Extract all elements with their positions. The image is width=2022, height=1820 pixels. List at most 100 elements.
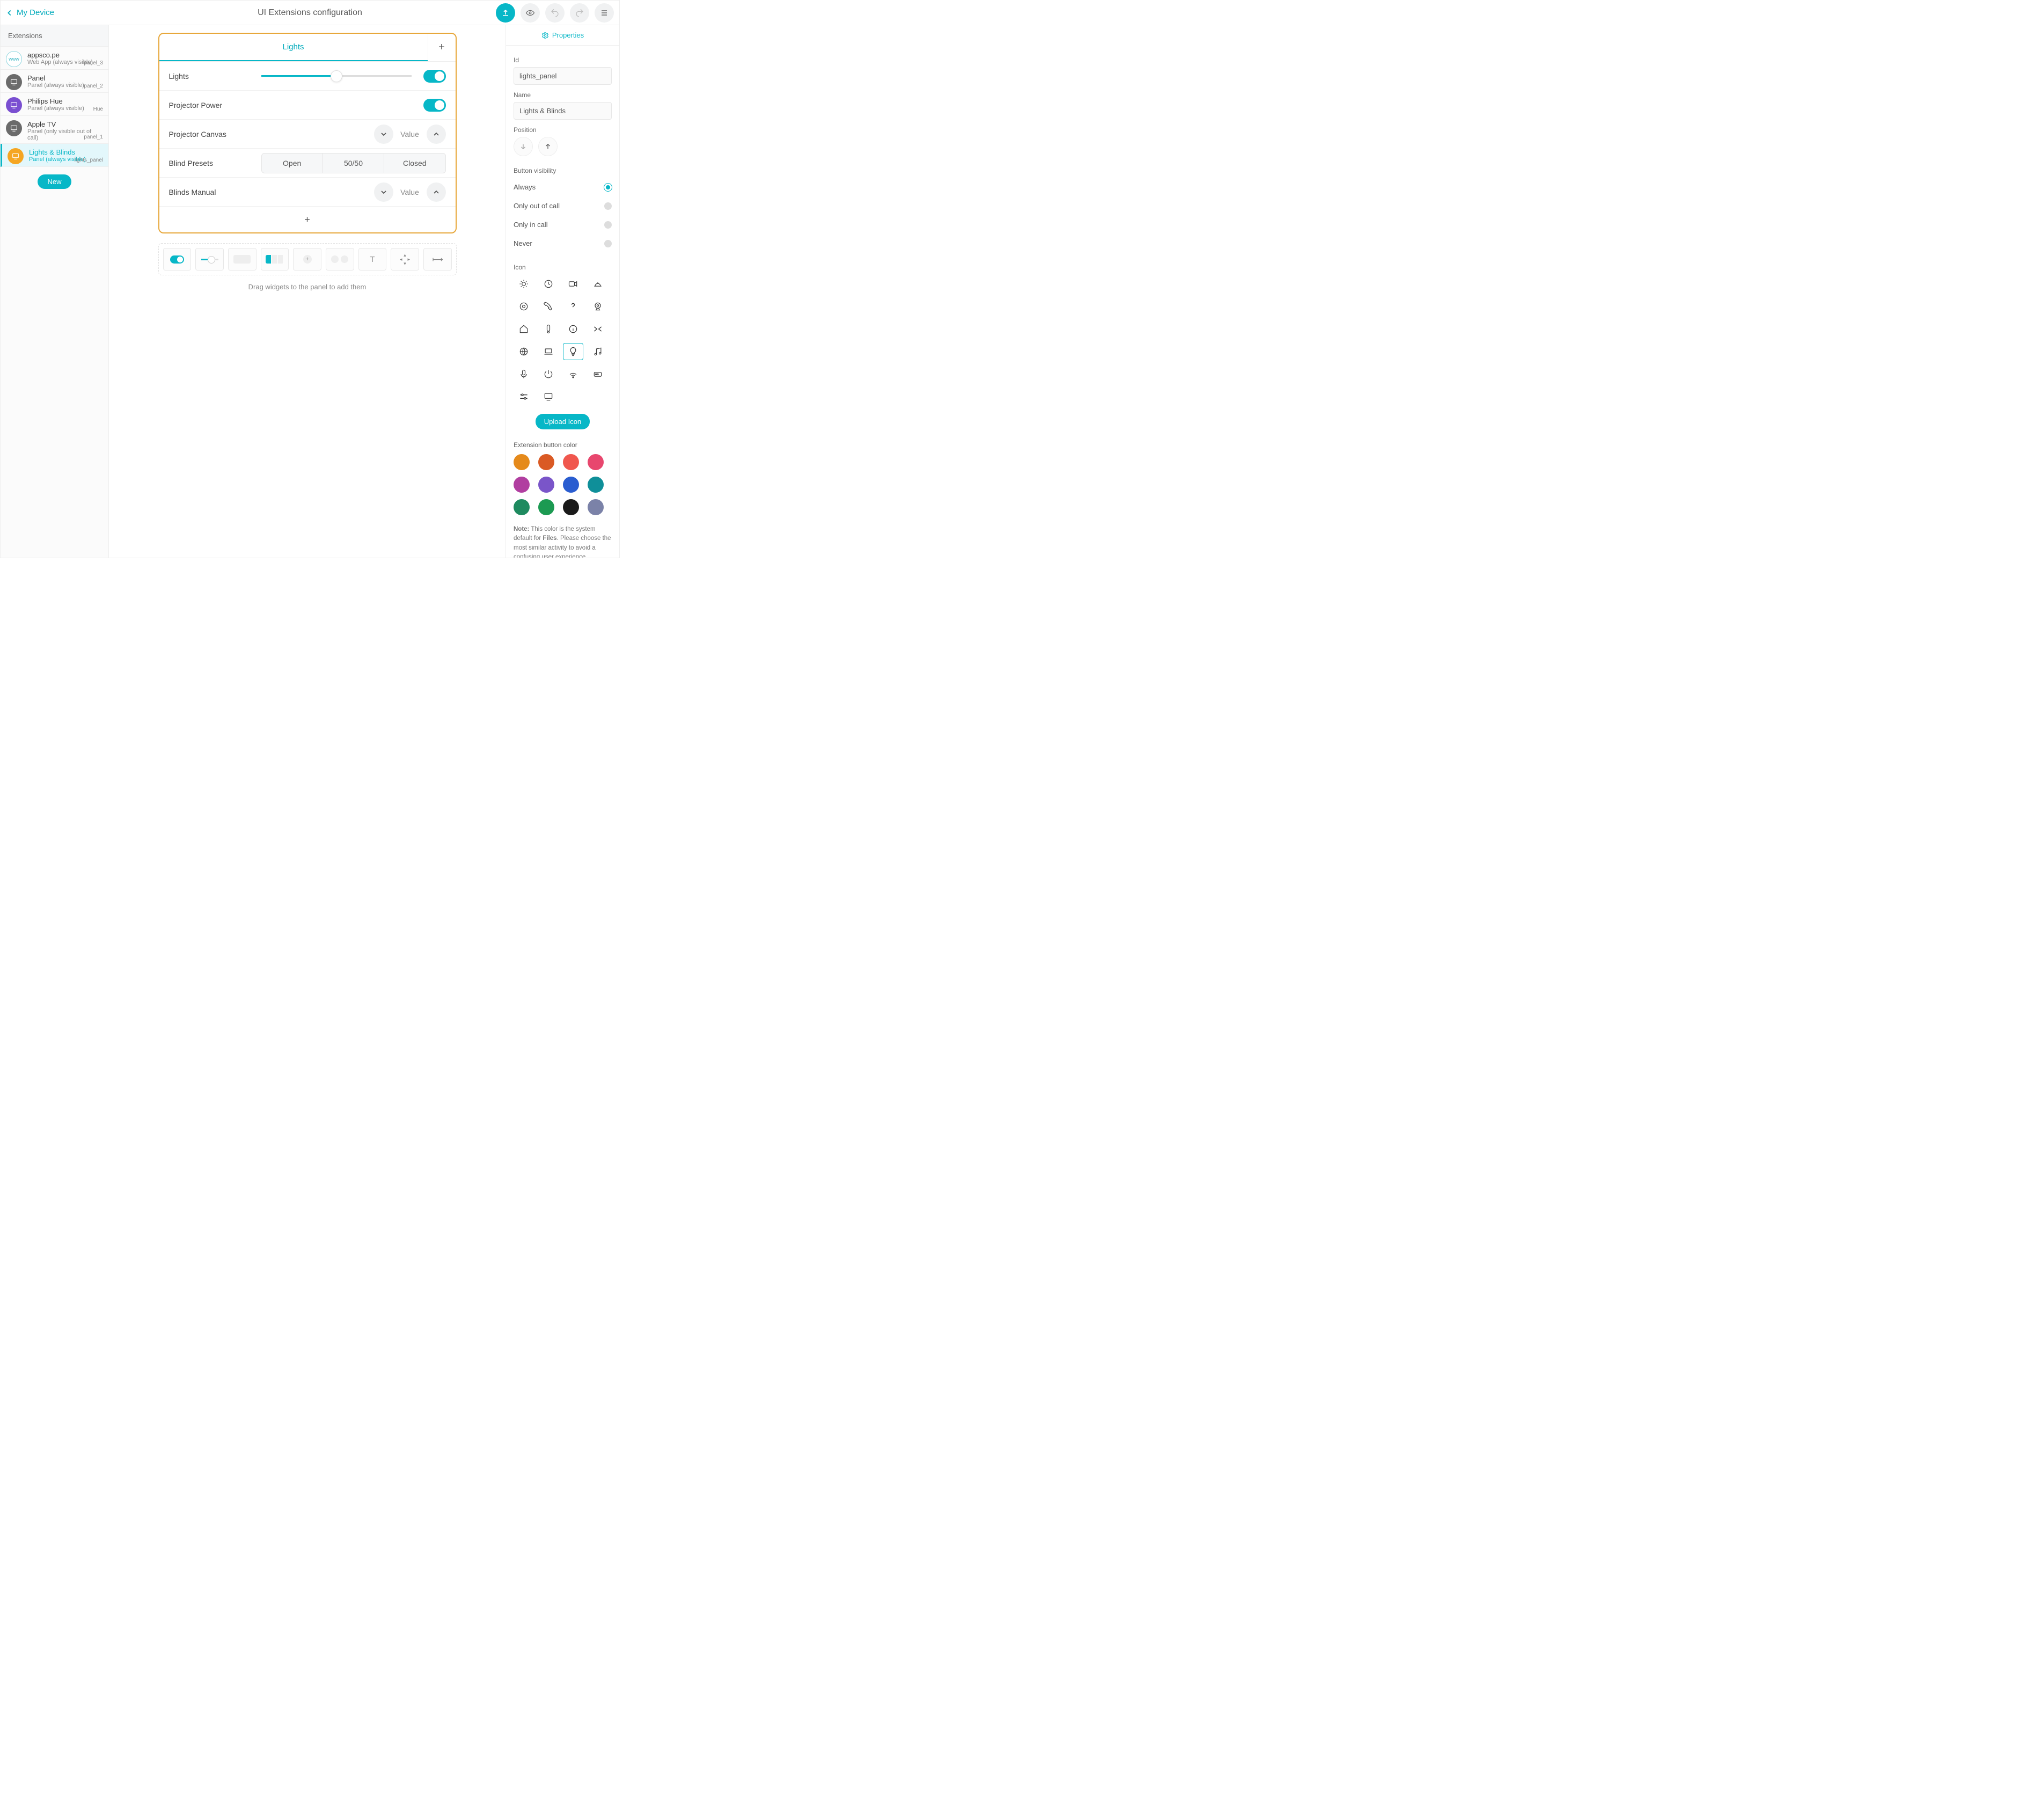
canvas-increment[interactable] — [427, 125, 446, 144]
add-row-button[interactable]: + — [159, 207, 456, 232]
color-swatch-8[interactable] — [514, 499, 530, 515]
arrow-down-icon — [519, 143, 527, 150]
undo-button[interactable] — [545, 3, 565, 23]
menu-button[interactable] — [595, 3, 614, 23]
visibility-option-3[interactable]: Never — [514, 234, 612, 253]
sidebar-item-2[interactable]: Philips Hue Panel (always visible) Hue — [1, 93, 108, 116]
icon-tv[interactable] — [538, 388, 559, 405]
upload-icon-button[interactable]: Upload Icon — [536, 414, 590, 429]
palette-slider[interactable] — [195, 248, 224, 271]
icon-webcam[interactable] — [588, 298, 608, 315]
sidebar-item-0[interactable]: www appsco.pe Web App (always visible) p… — [1, 47, 108, 70]
palette-segmented[interactable] — [261, 248, 289, 271]
color-swatch-4[interactable] — [514, 477, 530, 493]
icon-brightness[interactable] — [514, 275, 534, 293]
lights-slider[interactable] — [261, 67, 412, 86]
color-swatch-9[interactable] — [538, 499, 554, 515]
blind-presets-segmented[interactable]: Open 50/50 Closed — [261, 153, 446, 173]
palette-directional[interactable]: ▴◂▸▾ — [391, 248, 419, 271]
icon-lightbulb[interactable] — [563, 343, 583, 360]
blinds-value: Value — [399, 188, 421, 196]
id-input[interactable] — [514, 67, 612, 85]
color-swatch-11[interactable] — [588, 499, 604, 515]
row-projector-canvas[interactable]: Projector Canvas Value — [159, 120, 456, 149]
visibility-option-0[interactable]: Always — [514, 178, 612, 196]
icon-hvac[interactable] — [538, 320, 559, 338]
icon-proximity[interactable] — [563, 366, 583, 383]
icon-media[interactable] — [588, 343, 608, 360]
row-lights[interactable]: Lights — [159, 62, 456, 91]
sidebar-item-4[interactable]: Lights & Blinds Panel (always visible) l… — [1, 144, 108, 167]
color-swatch-0[interactable] — [514, 454, 530, 470]
color-swatches — [514, 454, 612, 515]
color-swatch-6[interactable] — [563, 477, 579, 493]
extension-name: Lights & Blinds — [29, 148, 86, 156]
sidebar-item-3[interactable]: Apple TV Panel (only visible out of call… — [1, 116, 108, 144]
icon-microphone[interactable] — [514, 366, 534, 383]
move-up-button[interactable] — [538, 137, 558, 156]
palette-spinner[interactable] — [326, 248, 354, 271]
icon-power[interactable] — [538, 366, 559, 383]
icon-disc[interactable] — [514, 298, 534, 315]
color-swatch-1[interactable] — [538, 454, 554, 470]
palette-spacer[interactable]: ⟼ — [423, 248, 452, 271]
palette-toggle[interactable] — [163, 248, 192, 271]
back-button[interactable]: My Device — [6, 8, 54, 17]
icon-handset[interactable] — [538, 298, 559, 315]
preview-button[interactable] — [521, 3, 540, 23]
blinds-increment[interactable] — [427, 182, 446, 202]
color-swatch-5[interactable] — [538, 477, 554, 493]
visibility-option-1[interactable]: Only out of call — [514, 196, 612, 215]
icon-language[interactable] — [514, 343, 534, 360]
icon-info[interactable] — [563, 320, 583, 338]
icon-home[interactable] — [514, 320, 534, 338]
projector-power-toggle[interactable] — [423, 99, 446, 112]
sidebar-header: Extensions — [1, 25, 108, 47]
icon-help[interactable] — [563, 298, 583, 315]
blinds-decrement[interactable] — [374, 182, 393, 202]
radio-icon — [604, 240, 612, 247]
icon-input[interactable] — [588, 320, 608, 338]
undo-icon — [551, 9, 559, 17]
preset-5050[interactable]: 50/50 — [323, 154, 384, 173]
properties-tab[interactable]: Properties — [506, 25, 619, 46]
color-swatch-3[interactable] — [588, 454, 604, 470]
canvas-decrement[interactable] — [374, 125, 393, 144]
export-button[interactable] — [496, 3, 515, 23]
panel-tab-lights[interactable]: Lights — [159, 34, 428, 61]
preset-open[interactable]: Open — [262, 154, 323, 173]
name-input[interactable] — [514, 102, 612, 120]
palette-icon-button[interactable]: + — [293, 248, 321, 271]
icon-grid — [514, 275, 612, 405]
row-blind-presets[interactable]: Blind Presets Open 50/50 Closed — [159, 149, 456, 178]
palette-text[interactable]: T — [358, 248, 387, 271]
icon-concierge[interactable] — [588, 275, 608, 293]
panel-preview[interactable]: Lights + Lights Projector Power — [158, 33, 457, 233]
icon-laptop[interactable] — [538, 343, 559, 360]
row-projector-power[interactable]: Projector Power — [159, 91, 456, 120]
icon-sliders[interactable] — [514, 388, 534, 405]
color-swatch-2[interactable] — [563, 454, 579, 470]
redo-button[interactable] — [570, 3, 589, 23]
color-swatch-10[interactable] — [563, 499, 579, 515]
redo-icon — [575, 9, 584, 17]
visibility-option-2[interactable]: Only in call — [514, 215, 612, 234]
color-label: Extension button color — [514, 441, 612, 449]
row-blinds-manual[interactable]: Blinds Manual Value — [159, 178, 456, 207]
icon-clock[interactable] — [538, 275, 559, 293]
sidebar-item-1[interactable]: Panel Panel (always visible) panel_2 — [1, 70, 108, 93]
extension-sub: Panel (always visible) — [27, 105, 84, 112]
palette-button[interactable] — [228, 248, 257, 271]
arrow-up-icon — [544, 143, 552, 150]
preset-closed[interactable]: Closed — [384, 154, 445, 173]
add-page-button[interactable]: + — [428, 34, 456, 61]
icon-camera[interactable] — [563, 275, 583, 293]
extension-id: Hue — [93, 106, 103, 112]
new-extension-button[interactable]: New — [38, 174, 71, 189]
extension-id: panel_2 — [84, 83, 103, 89]
lights-toggle[interactable] — [423, 70, 446, 83]
icon-record[interactable] — [588, 366, 608, 383]
color-swatch-7[interactable] — [588, 477, 604, 493]
move-down-button[interactable] — [514, 137, 533, 156]
chevron-down-icon — [379, 188, 388, 196]
